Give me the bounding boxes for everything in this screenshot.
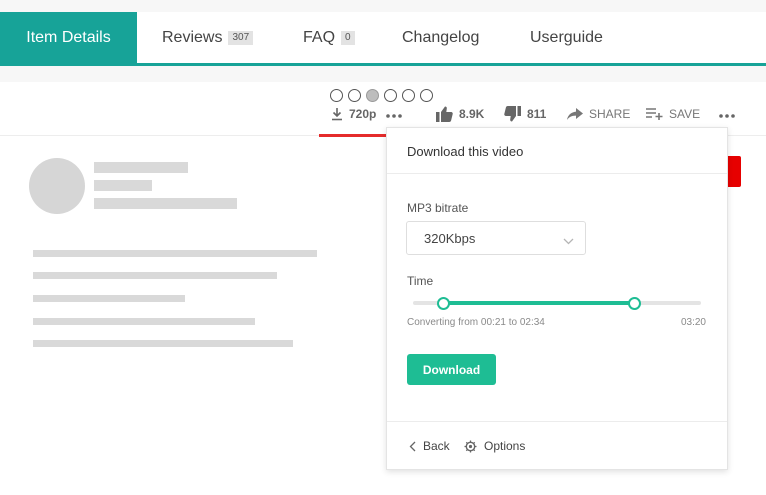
- converting-range-text: Converting from 00:21 to 02:34: [407, 317, 545, 328]
- tab-faq[interactable]: FAQ 0: [303, 12, 355, 64]
- dislikes-count: 811: [527, 107, 547, 121]
- tab-label: FAQ: [303, 29, 336, 46]
- slide-dot[interactable]: [348, 89, 361, 102]
- slide-dot[interactable]: [384, 89, 397, 102]
- popup-title: Download this video: [407, 144, 524, 159]
- bitrate-value: 320Kbps: [424, 230, 476, 246]
- text-placeholder: [94, 198, 237, 209]
- video-progress-indicator: [319, 134, 387, 137]
- thumbs-down-icon: [504, 106, 521, 122]
- text-placeholder: [33, 340, 293, 347]
- chevron-left-icon: [409, 441, 416, 451]
- back-label: Back: [423, 439, 450, 453]
- grey-band: [0, 66, 766, 82]
- range-start-handle[interactable]: [436, 297, 450, 310]
- more-horizontal-icon: [719, 107, 735, 121]
- slide-dot[interactable]: [402, 89, 415, 102]
- bitrate-select[interactable]: 320Kbps: [406, 221, 586, 255]
- back-button[interactable]: Back: [409, 439, 450, 453]
- faq-count-badge: 0: [341, 31, 355, 45]
- text-placeholder: [33, 295, 185, 302]
- avatar-placeholder: [29, 158, 85, 214]
- top-strip: [0, 0, 766, 12]
- download-button[interactable]: Download: [407, 354, 496, 385]
- bitrate-label: MP3 bitrate: [407, 201, 469, 215]
- save-button[interactable]: SAVE: [646, 105, 700, 123]
- download-quality-button[interactable]: 720p: [331, 105, 376, 123]
- time-label: Time: [407, 274, 434, 288]
- more-horizontal-icon: [386, 107, 402, 121]
- tab-userguide[interactable]: Userguide: [530, 12, 603, 64]
- options-button[interactable]: Options: [464, 439, 525, 453]
- slide-dots: [330, 89, 433, 102]
- likes-count: 8.9K: [459, 107, 485, 121]
- slide-dot[interactable]: [420, 89, 433, 102]
- slide-dot-selected[interactable]: [366, 89, 379, 102]
- text-placeholder: [94, 180, 152, 191]
- text-placeholder: [94, 162, 188, 173]
- gear-icon: [464, 440, 477, 452]
- divider: [387, 173, 727, 174]
- options-label: Options: [484, 439, 526, 453]
- text-placeholder: [33, 250, 317, 257]
- playlist-add-icon: [646, 108, 663, 120]
- share-button[interactable]: SHARE: [567, 105, 630, 123]
- tab-item-details[interactable]: Item Details: [0, 12, 137, 64]
- divider: [387, 421, 727, 422]
- text-placeholder: [33, 272, 277, 279]
- chevron-down-icon: [563, 233, 574, 248]
- tab-label: Reviews: [162, 29, 223, 46]
- more-actions-button[interactable]: [719, 105, 735, 123]
- download-icon: [331, 107, 343, 121]
- share-arrow-icon: [567, 108, 583, 120]
- download-popup: Download this video MP3 bitrate 320Kbps …: [386, 127, 728, 470]
- reviews-count-badge: 307: [228, 31, 254, 45]
- tab-label: Changelog: [402, 29, 480, 46]
- thumbs-up-icon: [436, 106, 453, 122]
- tab-reviews[interactable]: Reviews 307: [162, 12, 254, 64]
- range-end-handle[interactable]: [628, 297, 642, 310]
- save-label: SAVE: [669, 107, 701, 121]
- more-options-button[interactable]: [386, 105, 402, 123]
- share-label: SHARE: [589, 107, 631, 121]
- duration-text: 03:20: [680, 317, 706, 328]
- text-placeholder: [33, 318, 255, 325]
- slide-dot[interactable]: [330, 89, 343, 102]
- tab-changelog[interactable]: Changelog: [402, 12, 479, 64]
- quality-label: 720p: [349, 107, 377, 121]
- time-range-fill: [443, 301, 635, 305]
- dislike-button[interactable]: 811: [504, 105, 546, 123]
- tab-label: Item Details: [26, 29, 111, 46]
- like-button[interactable]: 8.9K: [436, 105, 484, 123]
- tab-label: Userguide: [530, 29, 603, 46]
